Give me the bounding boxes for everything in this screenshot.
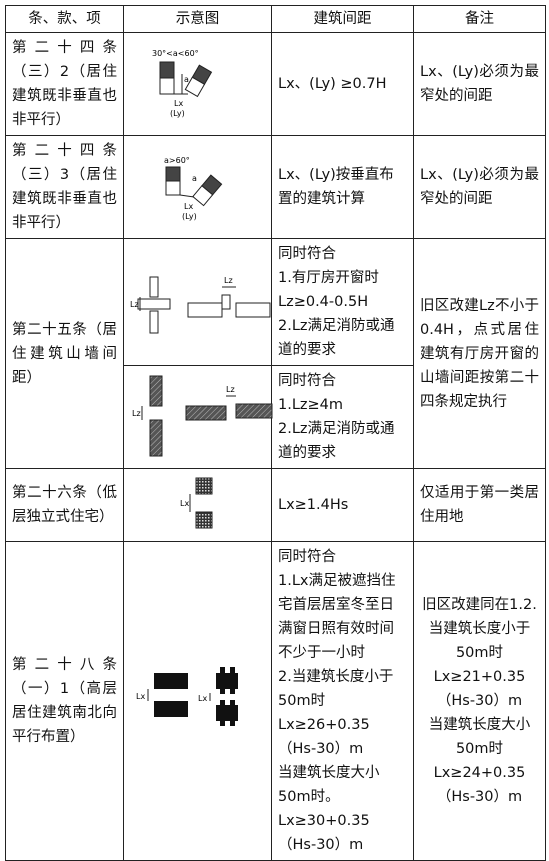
item-cell: 第二十四条（三）3（居住建筑既非垂直也非平行） [5,135,124,239]
header-row: 条、款、项 示意图 建筑间距 备注 [5,5,546,33]
tower-block [216,700,238,726]
table-row: 第二十四条（三）3（居住建筑既非垂直也非平行） a>60° a Lx (Ly) … [5,135,546,239]
high-rise-layout-diagram: Lx Lx [136,667,238,726]
diagram-cell: a>60° a Lx (Ly) [123,135,272,239]
spacing-cell: 同时符合 1.Lz≥4m 2.Lz满足消防或通道的要求 [271,365,414,469]
diagram-cell: Lz Lz [123,238,272,366]
lx-label: Lx [184,202,193,211]
lx-label: Lx [180,499,189,508]
lz-label: Lz [132,409,141,418]
oblique-layout-diagram: a>60° a Lx (Ly) [164,156,223,221]
gable-spacing-diagram: Lz Lz [130,276,271,334]
item-cell: 第二十六条（低层独立式住宅） [5,468,124,542]
diagram-cell: Lx [123,468,272,542]
lx-label: Lx [198,694,207,703]
angle-label: 30°<a<60° [152,49,199,58]
table-row: 第二十六条（低层独立式住宅） Lx Lx≥1.4Hs 仅适用于第一类居住用地 [5,468,546,542]
header-remarks: 备注 [413,5,546,33]
table-row: 第二十五条（居住建筑山墙间距） Lz Lz 同时符合 1.有厅房开窗时Lz≥0.… [5,238,546,469]
remarks-cell: 旧区改建同在1.2.当建筑长度小于50m时Lx≥21+0.35（Hs-30）m … [413,541,546,861]
detached-house-diagram: Lx [180,477,213,529]
remarks-cell: 仅适用于第一类居住用地 [413,468,546,542]
item-cell: 第二十五条（居住建筑山墙间距） [5,238,124,469]
regulation-table: 条、款、项 示意图 建筑间距 备注 第二十四条（三）2（居住建筑既非垂直也非平行… [5,5,546,861]
spacing-cell: 同时符合 1.有厅房开窗时Lz≥0.4-0.5H 2.Lz满足消防或通道的要求 [271,238,414,366]
spacing-cell: 同时符合 1.Lx满足被遮挡住宅首层居室冬至日满窗日照有效时间不少于一小时 2.… [271,541,414,861]
table-row: 第二十四条（三）2（居住建筑既非垂直也非平行） 30°<a<60° a Lx (… [5,32,546,136]
oblique-layout-diagram: 30°<a<60° a Lx (Ly) [152,49,213,118]
ly-label: (Ly) [182,212,197,221]
header-item: 条、款、项 [5,5,124,33]
diagram-cell: Lx Lx [123,541,272,861]
header-diagram: 示意图 [123,5,272,33]
item-cell: 第二十八条（一）1（高层居住建筑南北向平行布置） [5,541,124,861]
lz-label: Lz [224,276,233,285]
remarks-cell: Lx、(Ly)必须为最窄处的间距 [413,32,546,136]
item-cell: 第二十四条（三）2（居住建筑既非垂直也非平行） [5,32,124,136]
diagram-cell: Lz Lz [123,365,273,469]
angle-symbol: a [192,174,197,183]
ly-label: (Ly) [170,109,185,118]
lx-label: Lx [136,692,145,701]
spacing-cell: Lx、(Ly) ≥0.7H [271,32,414,136]
angle-label: a>60° [164,156,190,165]
angle-symbol: a [184,75,189,84]
lz-label: Lz [226,385,235,394]
spacing-cell: Lx≥1.4Hs [271,468,414,542]
diagram-cell: 30°<a<60° a Lx (Ly) [123,32,272,136]
remarks-cell: 旧区改建Lz不小于0.4H，点式居住建筑有厅房开窗的山墙间距按第二十四条规定执行 [413,238,546,469]
tower-block [216,667,238,694]
spacing-cell: Lx、(Ly)按垂直布置的建筑计算 [271,135,414,239]
header-spacing: 建筑间距 [271,5,414,33]
remarks-cell: Lx、(Ly)必须为最窄处的间距 [413,135,546,239]
lx-label: Lx [174,99,183,108]
table-row: 第二十八条（一）1（高层居住建筑南北向平行布置） Lx Lx 同时符合 1.Lx… [5,541,546,861]
lz-label: Lz [130,300,139,309]
gable-spacing-diagram: Lz Lz [132,375,273,457]
